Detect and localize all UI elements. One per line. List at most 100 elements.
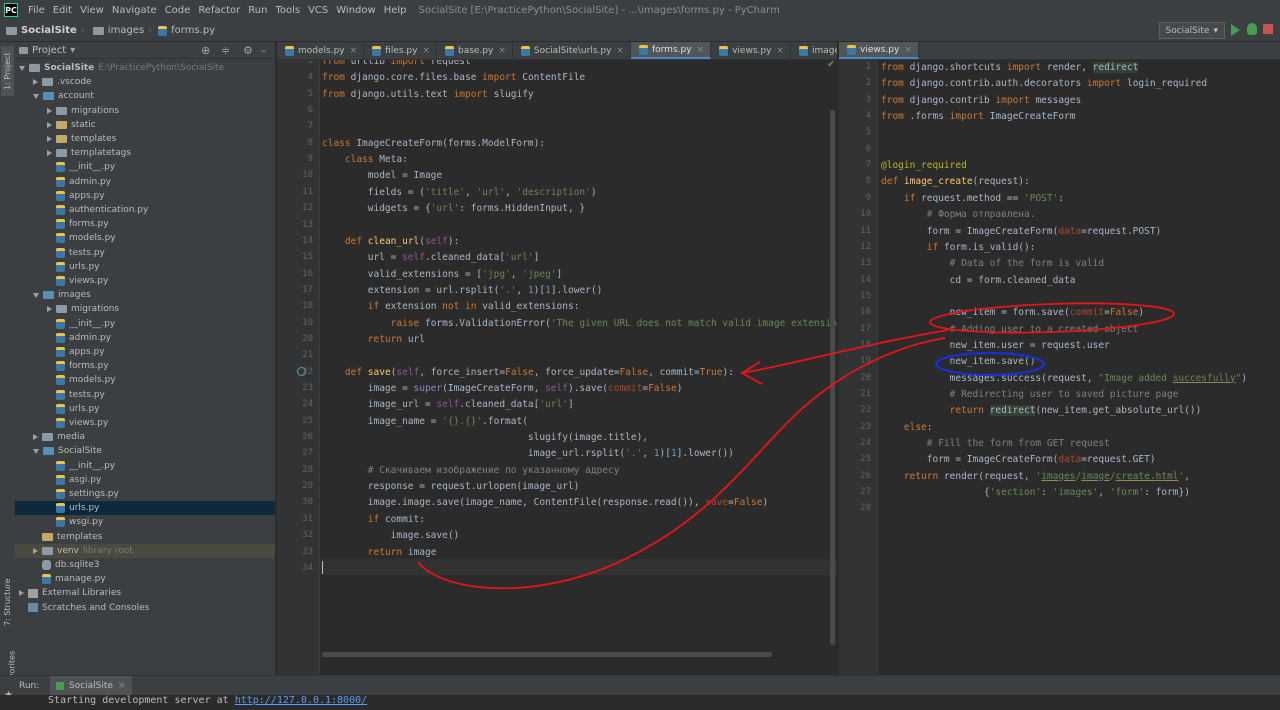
code-line[interactable]: image_name = '{}.{}'.format( — [322, 414, 528, 430]
close-icon[interactable]: × — [776, 46, 784, 56]
code-line[interactable]: messages.success(request, "Image added s… — [881, 371, 1247, 387]
tree-item[interactable]: authentication.py — [15, 203, 275, 217]
code-line[interactable]: class Meta: — [322, 152, 408, 168]
tree-item[interactable]: account — [15, 89, 275, 103]
breadcrumb-project[interactable]: SocialSite — [0, 25, 77, 36]
tree-item[interactable]: admin.py — [15, 175, 275, 189]
close-icon[interactable]: × — [904, 45, 912, 55]
menu-item-window[interactable]: Window — [332, 5, 379, 16]
tree-item[interactable]: manage.py — [15, 572, 275, 586]
chevron-right-icon[interactable] — [47, 121, 52, 128]
code-line[interactable]: from django.contrib import messages — [881, 93, 1081, 109]
tree-item[interactable]: External Libraries — [15, 586, 275, 600]
close-icon[interactable]: × — [697, 45, 705, 55]
tree-item[interactable]: media — [15, 430, 275, 444]
code-line[interactable]: image_url.rsplit('.', 1)[1].lower()) — [322, 446, 734, 462]
run-icon[interactable] — [1231, 24, 1240, 36]
editor-tab[interactable]: base.py × — [437, 42, 513, 59]
chevron-down-icon[interactable] — [19, 65, 25, 71]
code-line[interactable]: else: — [881, 420, 933, 436]
chevron-down-icon[interactable] — [33, 292, 39, 298]
menu-item-refactor[interactable]: Refactor — [194, 5, 244, 16]
tree-item[interactable]: tests.py — [15, 388, 275, 402]
code-line[interactable]: def image_create(request): — [881, 174, 1030, 190]
close-icon[interactable]: × — [498, 46, 506, 56]
editor-tab[interactable]: views.py × — [839, 42, 919, 59]
menu-item-run[interactable]: Run — [244, 5, 271, 16]
menu-item-navigate[interactable]: Navigate — [108, 5, 161, 16]
tree-item[interactable]: migrations — [15, 104, 275, 118]
menu-item-vcs[interactable]: VCS — [304, 5, 332, 16]
tree-item[interactable]: tests.py — [15, 246, 275, 260]
code-line[interactable]: new_item.save() — [881, 354, 1036, 370]
menu-item-view[interactable]: View — [76, 5, 108, 16]
hide-icon[interactable]: – — [261, 44, 267, 57]
code-line[interactable]: # Fill the form from GET request — [881, 436, 1110, 452]
code-line[interactable]: def clean_url(self): — [322, 234, 459, 250]
chevron-right-icon[interactable] — [47, 306, 52, 313]
code-line[interactable]: # Скачиваем изображение по указанному ад… — [322, 463, 620, 479]
editor-tab[interactable]: files.py × — [364, 42, 438, 59]
horizontal-scrollbar[interactable] — [322, 652, 772, 657]
tree-item[interactable]: urls.py — [15, 402, 275, 416]
code-line[interactable]: new_item.user = request.user — [881, 338, 1110, 354]
editor-tab[interactable]: models.py × — [277, 42, 365, 59]
code-line[interactable]: @login_required — [881, 158, 967, 174]
override-method-icon[interactable] — [297, 367, 306, 376]
breadcrumb-file[interactable]: forms.py — [154, 25, 215, 36]
tree-item[interactable]: apps.py — [15, 345, 275, 359]
chevron-right-icon[interactable] — [33, 547, 38, 554]
code-line[interactable]: if commit: — [322, 512, 425, 528]
editor-tab[interactable]: forms.py × — [630, 42, 712, 59]
tree-item[interactable]: venv library root — [15, 543, 275, 558]
menu-item-tools[interactable]: Tools — [271, 5, 304, 16]
code-line[interactable]: return url — [322, 332, 425, 348]
code-line[interactable]: return image — [322, 545, 437, 561]
tree-item[interactable]: urls.py — [15, 260, 275, 274]
menu-item-code[interactable]: Code — [161, 5, 195, 16]
editor-tab[interactable]: SocialSite\urls.py × — [513, 42, 631, 59]
code-line[interactable]: slugify(image.title), — [322, 430, 648, 446]
tree-item[interactable]: admin.py — [15, 331, 275, 345]
code-line[interactable]: def save(self, force_insert=False, force… — [322, 365, 734, 381]
tree-item[interactable]: SocialSite E:\PracticePython\SocialSite — [15, 61, 275, 75]
tree-item[interactable]: settings.py — [15, 487, 275, 501]
code-line[interactable]: valid_extensions = ['jpg', 'jpeg'] — [322, 267, 563, 283]
project-panel-title[interactable]: Project — [32, 45, 66, 56]
code-line[interactable]: from django.utils.text import slugify — [322, 87, 534, 103]
tree-item[interactable]: forms.py — [15, 217, 275, 231]
chevron-down-icon[interactable]: ▾ — [70, 45, 75, 56]
tree-item[interactable]: __init__.py — [15, 160, 275, 174]
tree-item[interactable]: static — [15, 118, 275, 132]
code-line[interactable]: return render(request, 'images/image/cre… — [881, 469, 1190, 485]
tool-tab-project[interactable]: 1: Project — [1, 46, 14, 96]
code-line[interactable]: model = Image — [322, 168, 442, 184]
debug-icon[interactable] — [1247, 23, 1257, 35]
gear-icon[interactable]: ⚙ — [243, 44, 253, 57]
tree-item[interactable]: views.py — [15, 416, 275, 430]
tree-item[interactable]: asgi.py — [15, 473, 275, 487]
code-line[interactable]: image_url = self.cleaned_data['url'] — [322, 397, 574, 413]
chevron-down-icon[interactable] — [33, 448, 39, 454]
code-line[interactable]: {'section': 'images', 'form': form}) — [881, 485, 1190, 501]
tree-item[interactable]: .vscode — [15, 75, 275, 89]
code-line[interactable]: from .forms import ImageCreateForm — [881, 109, 1076, 125]
editor-tab[interactable]: images\urls.py× — [791, 42, 837, 59]
code-line[interactable]: image.image.save(image_name, ContentFile… — [322, 495, 768, 511]
collapse-icon[interactable]: ≑ — [221, 44, 230, 57]
tree-item[interactable]: __init__.py — [15, 459, 275, 473]
code-line[interactable]: return redirect(new_item.get_absolute_ur… — [881, 403, 1201, 419]
tree-item[interactable]: templatetags — [15, 146, 275, 160]
chevron-right-icon[interactable] — [33, 434, 38, 441]
code-line[interactable]: image = super(ImageCreateForm, self).sav… — [322, 381, 683, 397]
code-line[interactable]: fields = ('title', 'url', 'description') — [322, 185, 597, 201]
run-console-output[interactable]: Starting development server at http://12… — [0, 695, 1280, 710]
vertical-scrollbar[interactable] — [830, 110, 835, 645]
code-line[interactable]: # Adding user to a created object — [881, 322, 1139, 338]
tool-tab-structure[interactable]: 7: Structure — [1, 577, 14, 627]
tree-item[interactable]: Scratches and Consoles — [15, 601, 275, 615]
locate-icon[interactable]: ⊕ — [201, 44, 210, 57]
code-line[interactable]: extension = url.rsplit('.', 1)[1].lower(… — [322, 283, 603, 299]
code-line[interactable]: image.save() — [322, 528, 460, 544]
tree-item[interactable]: urls.py — [15, 501, 275, 516]
